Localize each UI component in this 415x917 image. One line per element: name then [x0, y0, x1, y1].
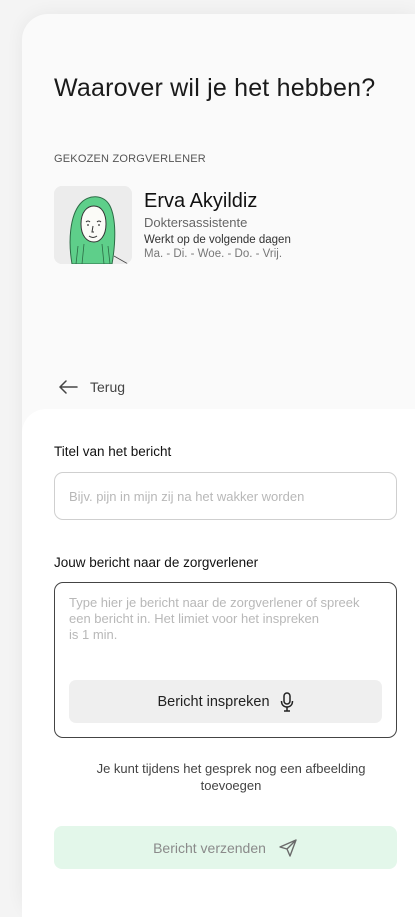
person-hijab-illustration-icon	[54, 186, 132, 264]
title-input[interactable]	[54, 472, 397, 520]
send-icon	[279, 838, 297, 857]
send-label: Bericht verzenden	[153, 839, 266, 856]
back-button[interactable]: Terug	[58, 375, 125, 399]
title-field-label: Titel van het bericht	[54, 444, 172, 459]
provider-role: Doktersassistente	[144, 215, 248, 230]
avatar	[54, 186, 132, 264]
provider-days: Ma. - Di. - Woe. - Do. - Vrij.	[144, 248, 283, 260]
message-box: Bericht inspreken	[54, 582, 397, 738]
message-textarea[interactable]	[69, 595, 369, 683]
provider-days-label: Werkt op de volgende dagen	[144, 234, 291, 246]
provider-card: Erva Akyildiz Doktersassistente Werkt op…	[54, 186, 384, 266]
record-message-button[interactable]: Bericht inspreken	[69, 680, 382, 723]
record-label: Bericht inspreken	[157, 693, 270, 710]
page-title: Waarover wil je het hebben?	[54, 74, 376, 102]
message-field-label: Jouw bericht naar de zorgverlener	[54, 555, 259, 570]
microphone-icon	[280, 691, 293, 712]
image-info-note: Je kunt tijdens het gesprek nog een afbe…	[96, 761, 366, 793]
back-label: Terug	[90, 379, 126, 395]
provider-name: Erva Akyildiz	[144, 190, 258, 212]
arrow-left-icon	[59, 380, 78, 394]
send-message-button[interactable]: Bericht verzenden	[54, 826, 397, 869]
provider-section-label: GEKOZEN ZORGVERLENER	[54, 153, 206, 165]
